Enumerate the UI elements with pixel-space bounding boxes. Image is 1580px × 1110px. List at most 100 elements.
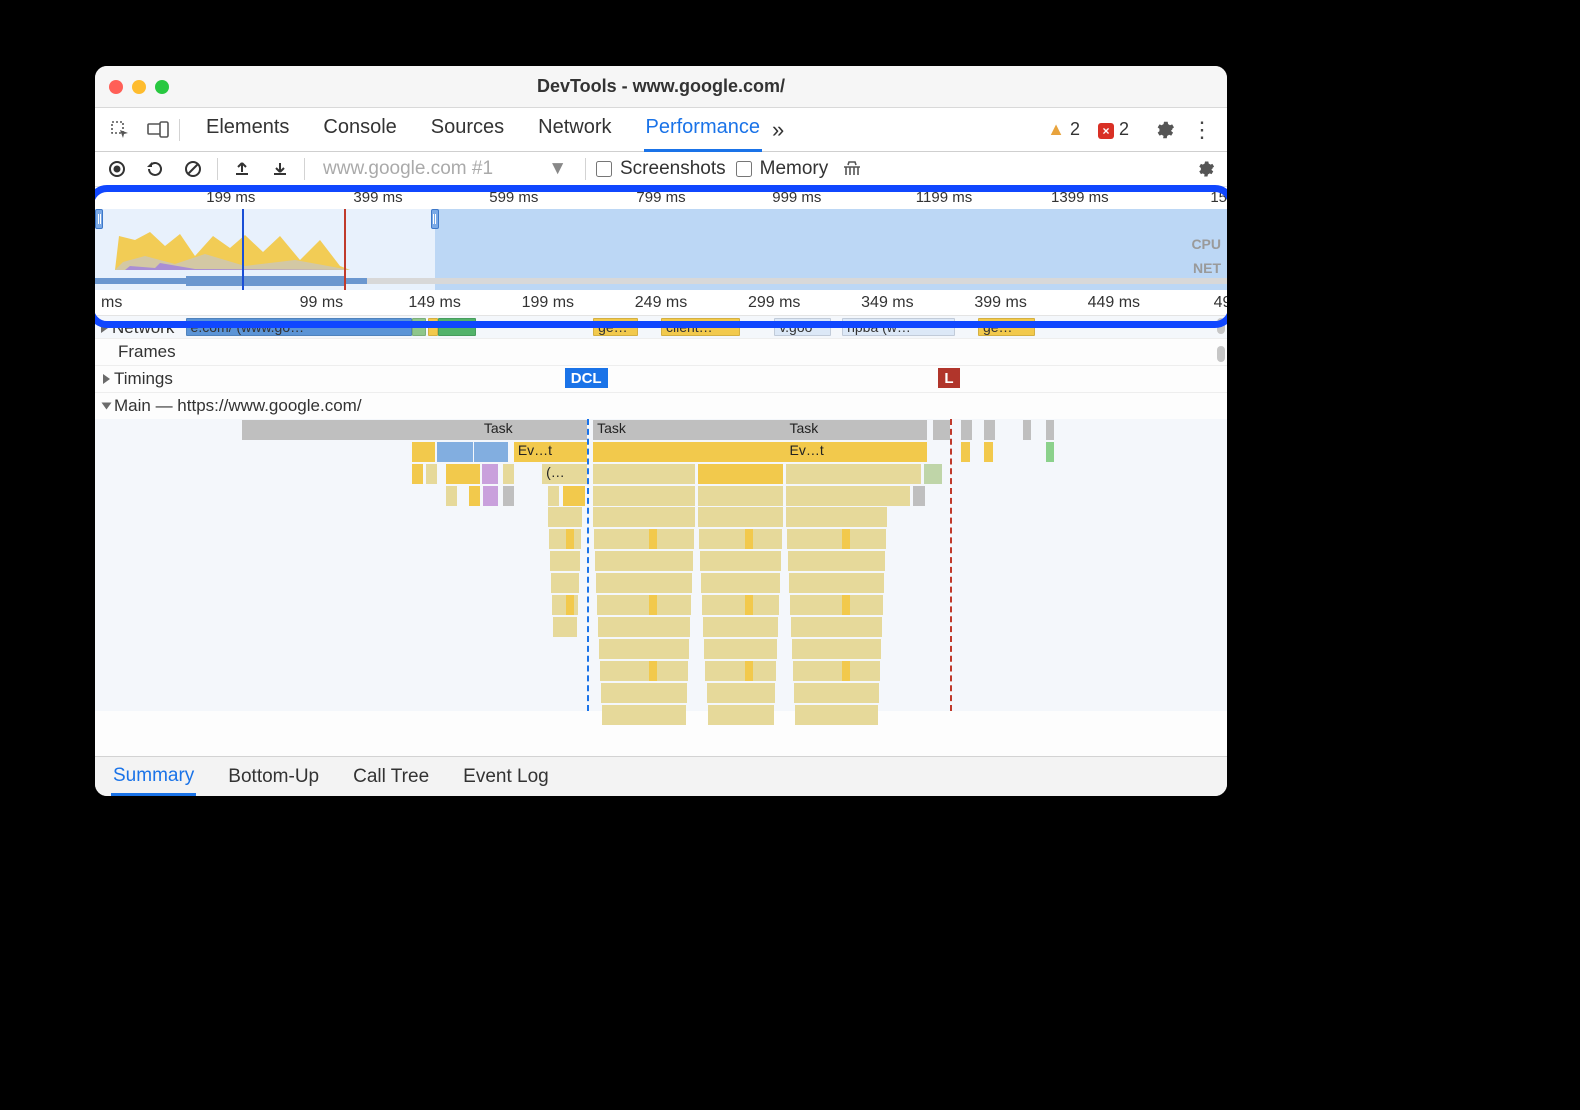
tab-performance[interactable]: Performance xyxy=(644,108,763,152)
disclosure-icon[interactable] xyxy=(101,323,108,333)
flame-bar[interactable] xyxy=(649,529,657,549)
network-track[interactable]: Network e.com/ (www.go…ge…client…v.goohp… xyxy=(95,316,1227,339)
flame-bar[interactable] xyxy=(702,595,779,615)
panel-settings-gear-icon[interactable] xyxy=(1191,155,1219,183)
disclosure-icon[interactable] xyxy=(102,403,112,410)
flame-bar[interactable] xyxy=(788,551,886,571)
minimize-window-icon[interactable] xyxy=(132,80,146,94)
flame-bar[interactable] xyxy=(961,420,972,440)
scrollbar-thumb[interactable] xyxy=(1217,346,1225,362)
flame-bar[interactable] xyxy=(792,639,882,659)
network-request-bar[interactable] xyxy=(438,318,476,336)
flame-bar[interactable] xyxy=(563,486,586,506)
flame-bar[interactable] xyxy=(482,464,498,484)
flame-bar[interactable]: Ev…t xyxy=(514,442,588,462)
timings-track[interactable]: Timings DCLL xyxy=(95,366,1227,393)
tab-elements[interactable]: Elements xyxy=(204,108,291,152)
flame-bar[interactable] xyxy=(446,486,457,506)
flame-bar[interactable] xyxy=(961,442,970,462)
reload-record-icon[interactable] xyxy=(141,155,169,183)
bottom-tab-event-log[interactable]: Event Log xyxy=(461,760,551,794)
main-thread-track[interactable]: Main — https://www.google.com/ TaskTaskT… xyxy=(95,393,1227,711)
overview-timeline[interactable]: 199 ms399 ms599 ms799 ms999 ms1199 ms139… xyxy=(95,187,1227,290)
flame-bar[interactable]: Task xyxy=(480,420,588,440)
memory-checkbox[interactable]: Memory xyxy=(736,158,829,180)
flame-bar[interactable] xyxy=(704,639,777,659)
flame-bar[interactable] xyxy=(600,661,688,681)
flame-bar[interactable] xyxy=(597,595,691,615)
flame-bar[interactable] xyxy=(787,529,887,549)
garbage-collect-icon[interactable] xyxy=(838,155,866,183)
flame-bar[interactable] xyxy=(842,661,850,681)
frames-track[interactable]: Frames xyxy=(95,339,1227,366)
flame-bar[interactable] xyxy=(549,529,581,549)
flame-bar[interactable] xyxy=(593,486,695,506)
flame-bar[interactable] xyxy=(795,705,879,725)
timing-marker-dcl[interactable]: DCL xyxy=(565,368,608,388)
flame-bar[interactable] xyxy=(924,464,942,484)
flame-bar[interactable] xyxy=(412,464,423,484)
flame-bar[interactable]: (… xyxy=(542,464,587,484)
error-count[interactable]: × 2 xyxy=(1098,119,1129,140)
flame-bar[interactable] xyxy=(446,464,480,484)
flame-bar[interactable] xyxy=(708,705,775,725)
flame-bar[interactable] xyxy=(595,551,693,571)
warning-count[interactable]: ▲ 2 xyxy=(1047,119,1080,140)
bottom-tab-bottom-up[interactable]: Bottom-Up xyxy=(226,760,321,794)
flame-bar[interactable] xyxy=(1046,442,1054,462)
flame-bar[interactable]: Task xyxy=(786,420,928,440)
flame-bar[interactable] xyxy=(593,507,695,527)
flame-bar[interactable] xyxy=(786,486,911,506)
flame-bar[interactable] xyxy=(593,442,785,462)
flame-bar[interactable] xyxy=(593,464,695,484)
network-request-bar[interactable]: v.goo xyxy=(774,318,831,336)
flame-bar[interactable] xyxy=(503,486,514,506)
flame-bar[interactable] xyxy=(698,464,783,484)
flame-bar[interactable] xyxy=(745,595,753,615)
record-button-icon[interactable] xyxy=(103,155,131,183)
settings-gear-icon[interactable] xyxy=(1147,113,1181,147)
flame-bar[interactable] xyxy=(598,617,690,637)
device-toolbar-icon[interactable] xyxy=(141,113,175,147)
flame-bar[interactable] xyxy=(745,529,753,549)
flame-bar[interactable] xyxy=(701,573,780,593)
kebab-menu-icon[interactable]: ⋮ xyxy=(1185,113,1219,147)
network-request-bar[interactable]: ge… xyxy=(978,318,1035,336)
flame-bar[interactable] xyxy=(984,420,995,440)
flame-bar[interactable] xyxy=(483,486,498,506)
bottom-tab-call-tree[interactable]: Call Tree xyxy=(351,760,431,794)
flame-bar[interactable] xyxy=(649,661,657,681)
flame-bar[interactable] xyxy=(698,507,783,527)
flame-bar[interactable] xyxy=(566,595,574,615)
flame-bar[interactable] xyxy=(599,639,689,659)
flame-bar[interactable] xyxy=(707,683,776,703)
screenshots-checkbox[interactable]: Screenshots xyxy=(596,158,726,180)
overview-grip-right[interactable] xyxy=(431,209,439,229)
scrollbar-thumb[interactable] xyxy=(1217,318,1225,334)
profile-selector[interactable]: www.google.com #1 ▼ xyxy=(315,158,575,180)
tab-sources[interactable]: Sources xyxy=(429,108,506,152)
overview-area[interactable]: CPU NET xyxy=(95,209,1227,290)
flame-bar[interactable] xyxy=(474,442,508,462)
tracks-area[interactable]: Network e.com/ (www.go…ge…client…v.goohp… xyxy=(95,316,1227,756)
flame-bar[interactable] xyxy=(790,595,884,615)
flame-bar[interactable] xyxy=(426,464,437,484)
flame-bar[interactable] xyxy=(596,573,692,593)
tab-console[interactable]: Console xyxy=(321,108,398,152)
flame-bar[interactable] xyxy=(412,442,435,462)
flame-bar[interactable] xyxy=(786,507,888,527)
flame-bar[interactable] xyxy=(842,595,850,615)
flame-bar[interactable] xyxy=(242,420,480,440)
flame-bar[interactable] xyxy=(469,486,480,506)
inspect-element-icon[interactable] xyxy=(103,113,137,147)
flame-bar[interactable] xyxy=(791,617,883,637)
flame-bar[interactable] xyxy=(503,464,514,484)
flame-bar[interactable] xyxy=(548,507,582,527)
overview-grip-left[interactable] xyxy=(95,209,103,229)
flame-bar[interactable] xyxy=(602,705,686,725)
flame-bar[interactable] xyxy=(913,486,924,506)
flame-bar[interactable] xyxy=(699,529,782,549)
tab-network[interactable]: Network xyxy=(536,108,613,152)
flame-bar[interactable] xyxy=(793,661,881,681)
network-request-bar[interactable] xyxy=(412,318,426,336)
